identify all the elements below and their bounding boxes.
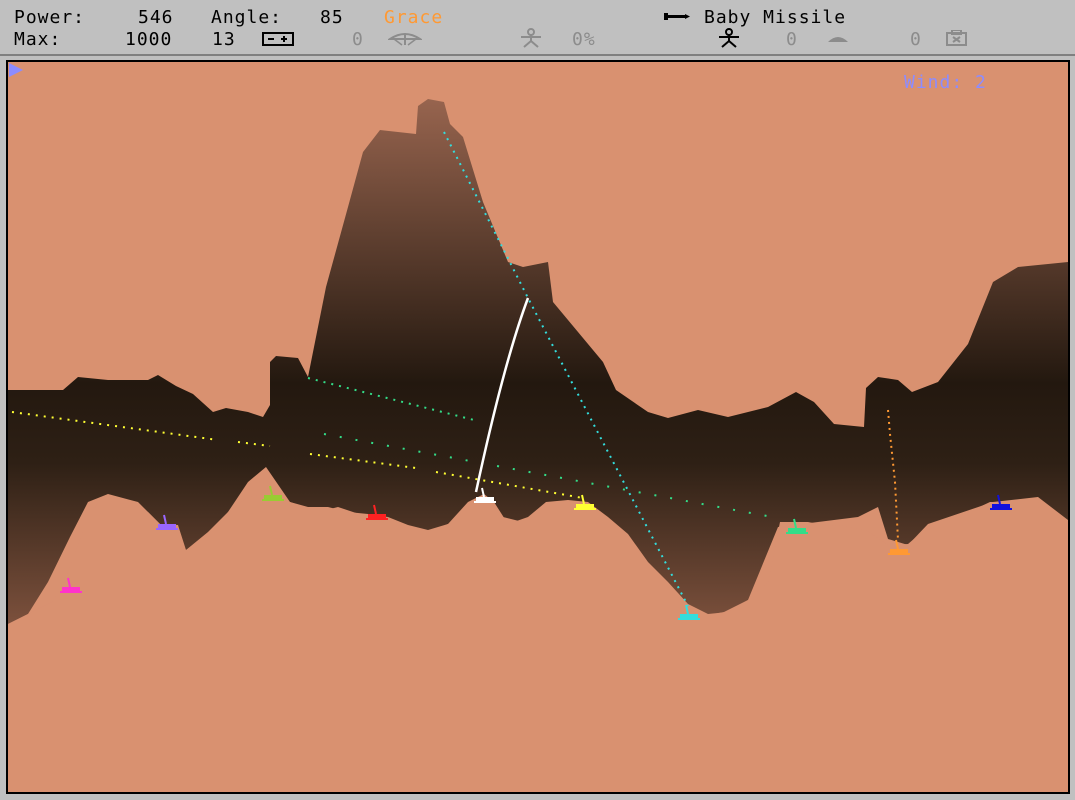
wind-value: 2	[975, 72, 987, 93]
angle-value: 85	[320, 7, 344, 28]
shield-person-icon	[521, 28, 541, 48]
fuel-count: 0	[786, 29, 798, 50]
parachute-count: 0	[352, 29, 364, 50]
status-bar: Power: 546 Angle: 85 Grace Baby Missile …	[0, 0, 1075, 56]
terrain-canvas	[8, 99, 1068, 792]
angle-label: Angle:	[211, 7, 283, 28]
parachute-icon[interactable]	[388, 32, 422, 46]
inventory-box-icon[interactable]	[946, 30, 968, 46]
fuel-icon[interactable]	[826, 34, 850, 44]
player-name: Grace	[384, 7, 444, 28]
weapon-name[interactable]: Baby Missile	[704, 8, 846, 28]
missile-icon	[664, 13, 690, 20]
wind-indicator: Wind: 2	[904, 72, 987, 93]
wind-arrow-icon	[9, 63, 23, 77]
battery-count: 13	[212, 29, 236, 50]
battery-icon[interactable]	[262, 32, 296, 46]
wind-label: Wind:	[904, 72, 964, 93]
power-value: 546	[138, 7, 174, 28]
game-playfield[interactable]: Wind: 2	[6, 60, 1070, 794]
inventory-count: 0	[910, 29, 922, 50]
max-value: 1000	[125, 29, 173, 50]
player-person-icon	[719, 28, 739, 48]
max-label: Max:	[14, 29, 62, 50]
power-label: Power:	[14, 7, 86, 28]
shield-percent: 0%	[572, 29, 596, 50]
